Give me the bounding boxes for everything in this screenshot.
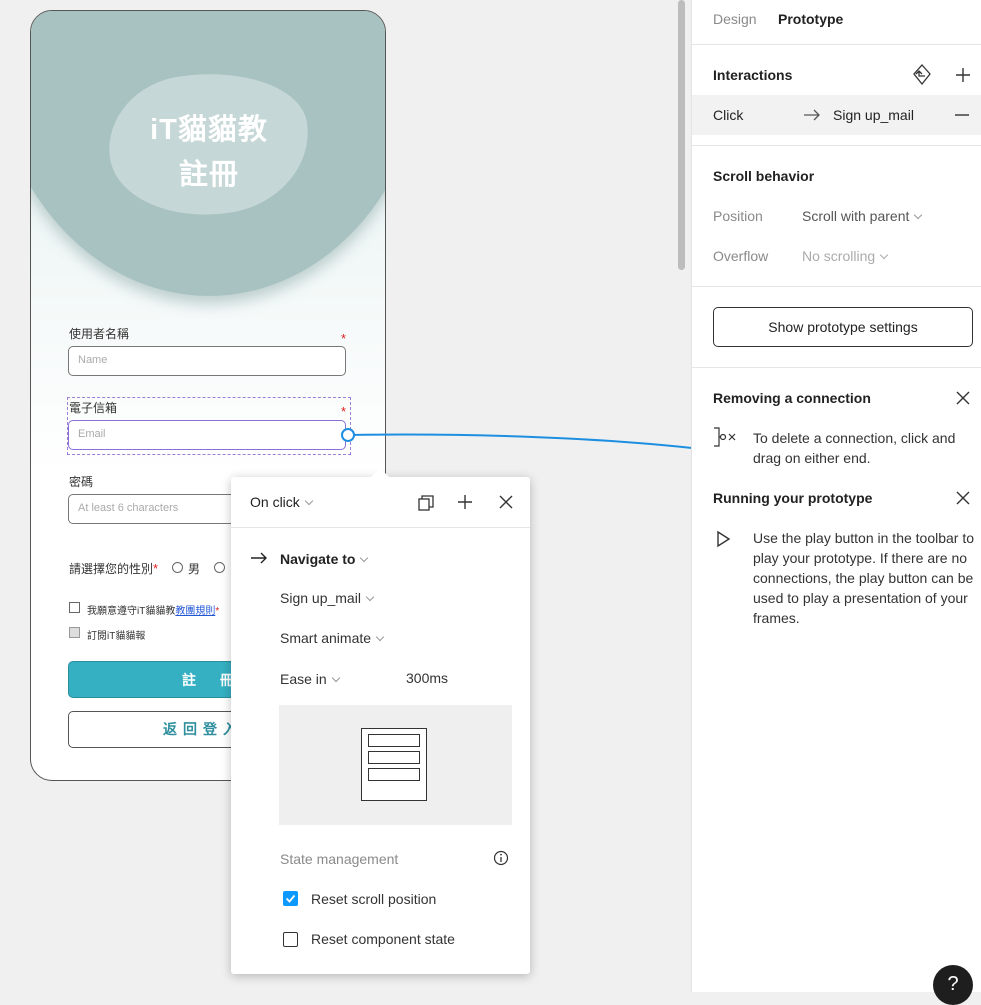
agree-text: 我願意遵守iT貓貓教教團規則* [87, 602, 219, 617]
subscribe-label: 訂閱iT貓貓報 [87, 631, 146, 642]
username-label: 使用者名稱 [69, 327, 130, 341]
action-value: Navigate to [280, 551, 356, 567]
add-action-icon[interactable] [457, 494, 473, 510]
chevron-down-icon [360, 553, 369, 563]
animation-preview [279, 705, 512, 825]
running-prototype-text: Use the play button in the toolbar to pl… [753, 530, 975, 626]
agree-prefix: 我願意遵守iT貓貓教 [87, 606, 176, 617]
gender-male-label: 男 [188, 562, 201, 576]
chevron-down-icon [331, 673, 340, 683]
easing-dropdown[interactable]: Ease in [280, 671, 340, 689]
rules-link[interactable]: 教團規則 [175, 606, 215, 617]
overflow-value: No scrolling [802, 248, 876, 264]
disconnect-icon [714, 427, 736, 447]
arrow-right-icon [251, 552, 267, 564]
removing-connection-title: Removing a connection [713, 390, 871, 406]
reset-component-checkbox[interactable] [283, 932, 298, 947]
help-button[interactable]: ? [933, 965, 973, 1005]
popup-pointer [369, 468, 391, 479]
chevron-down-icon [879, 250, 889, 260]
trigger-value: On click [250, 494, 300, 510]
password-label: 密碼 [69, 475, 94, 489]
panel-divider [692, 44, 981, 45]
gender-label: 請選擇您的性別* [69, 560, 158, 577]
destination-dropdown[interactable]: Sign up_mail [280, 590, 375, 608]
scroll-behavior-title: Scroll behavior [713, 168, 815, 184]
add-interaction-icon[interactable] [954, 66, 972, 84]
panel-divider [692, 367, 981, 368]
overflow-label: Overflow [713, 248, 769, 264]
interaction-details-popup: On click Navigate to Sign up_mail Smart … [231, 468, 530, 974]
connection-handle[interactable] [341, 428, 355, 442]
agree-checkbox[interactable] [69, 602, 80, 613]
flow-icon[interactable] [910, 63, 934, 87]
reset-scroll-checkbox[interactable] [283, 891, 298, 906]
preview-row [368, 734, 420, 747]
email-input[interactable]: Email [68, 420, 346, 450]
email-required-mark: * [341, 404, 347, 419]
panel-divider [692, 286, 981, 287]
panel-divider [692, 145, 981, 146]
state-management-title: State management [280, 851, 399, 867]
chevron-down-icon [914, 210, 923, 220]
connection-line[interactable] [340, 425, 692, 455]
interactions-title: Interactions [713, 67, 793, 83]
easing-value: Ease in [280, 671, 327, 687]
popup-divider [231, 527, 530, 528]
detach-icon[interactable] [417, 494, 435, 512]
show-prototype-settings-button[interactable]: Show prototype settings [713, 307, 973, 347]
chevron-down-icon [375, 632, 385, 642]
gender-required-mark: * [153, 561, 159, 576]
interaction-trigger: Click [713, 107, 744, 123]
duration-input[interactable]: 300ms [406, 670, 448, 686]
trigger-dropdown[interactable]: On click [250, 494, 314, 512]
chevron-down-icon [365, 592, 375, 602]
subscribe-checkbox[interactable] [69, 627, 80, 638]
destination-value: Sign up_mail [280, 590, 361, 606]
hero-title-line2: 註冊 [178, 159, 239, 191]
overflow-dropdown[interactable]: No scrolling [802, 248, 889, 266]
position-label: Position [713, 208, 763, 224]
gender-label-text: 請選擇您的性別 [69, 562, 154, 576]
checkmark-icon [285, 894, 296, 903]
position-value: Scroll with parent [802, 208, 910, 224]
gender-male-radio[interactable] [172, 562, 183, 573]
hero-title-line1: iT貓貓教 [150, 114, 268, 146]
animation-value: Smart animate [280, 630, 372, 646]
reset-component-label: Reset component state [311, 931, 455, 947]
play-icon [717, 530, 731, 548]
gender-female-radio[interactable] [214, 562, 225, 573]
tab-design[interactable]: Design [713, 11, 757, 27]
username-required-mark: * [341, 331, 347, 346]
right-panel: Design Prototype Interactions Click Sign… [691, 0, 981, 1005]
animation-dropdown[interactable]: Smart animate [280, 630, 385, 648]
preview-row [368, 768, 420, 781]
action-dropdown[interactable]: Navigate to [280, 551, 369, 569]
canvas-scrollbar[interactable] [678, 0, 685, 270]
removing-connection-text: To delete a connection, click and drag o… [753, 430, 956, 466]
reset-scroll-label: Reset scroll position [311, 891, 437, 907]
agree-required-mark: * [215, 606, 220, 617]
interaction-target: Sign up_mail [833, 107, 914, 123]
remove-interaction-icon[interactable] [954, 107, 970, 123]
close-icon[interactable] [955, 490, 971, 506]
chevron-down-icon [304, 496, 314, 506]
position-dropdown[interactable]: Scroll with parent [802, 208, 923, 226]
tab-prototype[interactable]: Prototype [778, 11, 843, 27]
preview-frame [361, 728, 427, 801]
close-icon[interactable] [498, 494, 514, 510]
username-input[interactable]: Name [68, 346, 346, 376]
email-label: 電子信箱 [69, 401, 118, 415]
close-icon[interactable] [955, 390, 971, 406]
arrow-right-icon [804, 109, 820, 121]
running-prototype-title: Running your prototype [713, 490, 873, 506]
preview-row [368, 751, 420, 764]
info-icon[interactable] [493, 850, 509, 866]
